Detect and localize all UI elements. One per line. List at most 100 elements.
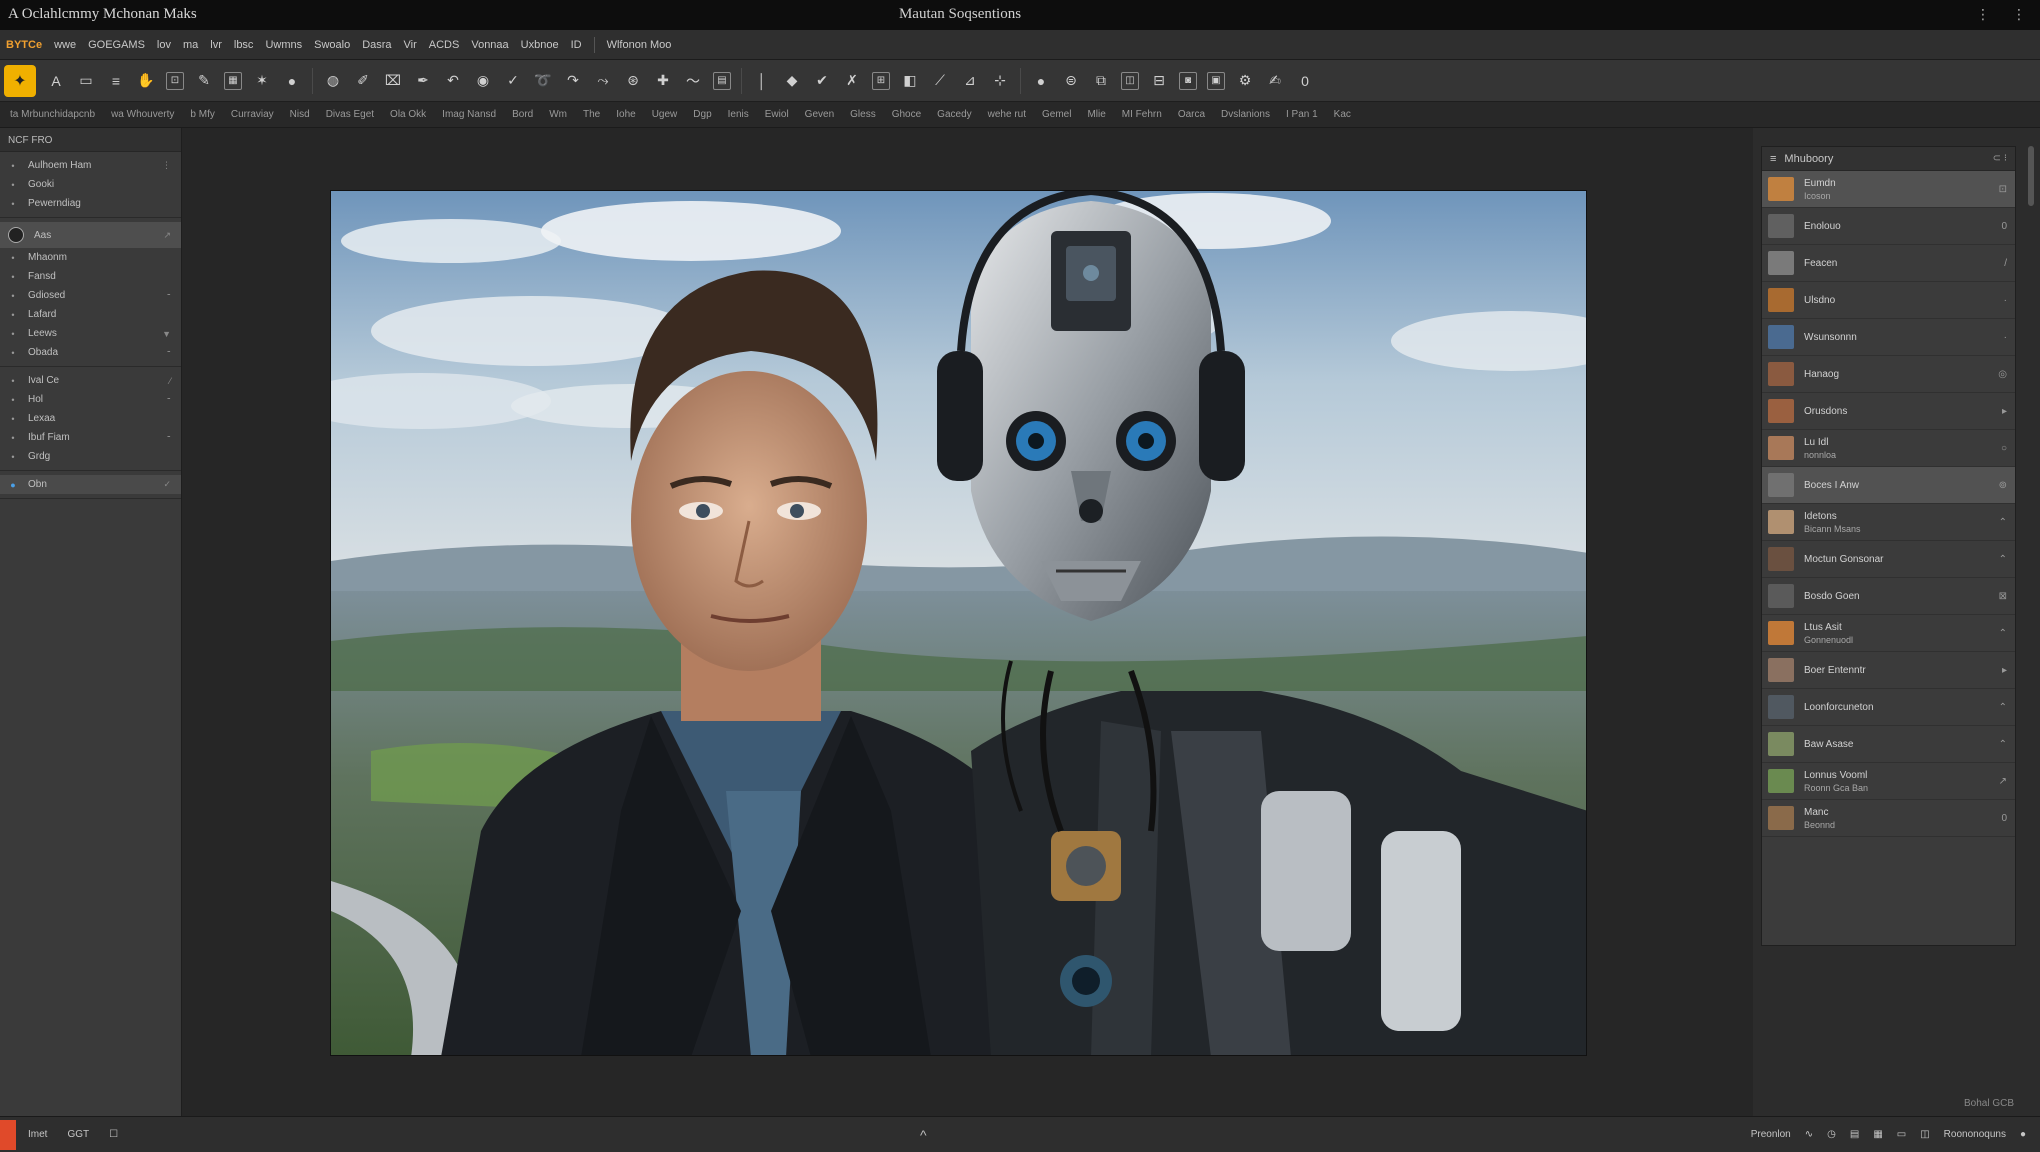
eraser-tool-icon[interactable]: ⌧	[383, 69, 403, 93]
chat-icon[interactable]: ◫	[1920, 1129, 1929, 1140]
layer-action-icon[interactable]: ⌃	[1999, 628, 2007, 639]
canvas-area[interactable]	[183, 128, 1753, 1116]
option-item[interactable]: Bord	[512, 109, 533, 120]
left-panel-row[interactable]: • Pewerndiag	[0, 194, 181, 213]
monitor-icon[interactable]: ▭	[1897, 1129, 1906, 1140]
clock-icon[interactable]: ◷	[1827, 1129, 1836, 1140]
left-panel-row-selected[interactable]: Aas ↗	[0, 222, 181, 248]
menu-item[interactable]: lvr	[210, 39, 222, 51]
selection-tool-icon[interactable]: ✦	[4, 64, 36, 97]
menu-item[interactable]: Uxbnoe	[521, 39, 559, 51]
layer-row[interactable]: Enolouo 0	[1762, 208, 2015, 245]
option-item[interactable]: wa Whouverty	[111, 109, 174, 120]
canvas-image[interactable]	[330, 190, 1587, 1056]
menu-item[interactable]: Vir	[404, 39, 417, 51]
layer-action-icon[interactable]: ·	[2004, 332, 2007, 343]
option-item[interactable]: Curraviay	[231, 109, 274, 120]
left-panel-row[interactable]: • Hol ⁃	[0, 390, 181, 409]
eye-tool-icon[interactable]: ◉	[473, 69, 493, 93]
grid-icon[interactable]: ▦	[1873, 1129, 1882, 1140]
menu-item[interactable]: ACDS	[429, 39, 460, 51]
option-item[interactable]: Dvslanions	[1221, 109, 1270, 120]
option-item[interactable]: Nisd	[290, 109, 310, 120]
window-menu-icon[interactable]: ⋮	[1976, 6, 1990, 23]
scroll-up-icon[interactable]: ^	[920, 1127, 927, 1143]
status-item[interactable]: GGT	[67, 1129, 89, 1140]
layer-row[interactable]: Idetons Bicann Msans ⌃	[1762, 504, 2015, 541]
layer-row[interactable]: Boces I Anw ⊚	[1762, 467, 2015, 504]
option-item[interactable]: Gacedy	[937, 109, 971, 120]
move-tool-icon[interactable]: ≡	[106, 69, 126, 93]
menu-item[interactable]: lbsc	[234, 39, 254, 51]
left-panel-row[interactable]: • Mhaonm	[0, 248, 181, 267]
layer-tool-icon[interactable]: ⧉	[1091, 69, 1111, 93]
layer-row[interactable]: Bosdo Goen ⊠	[1762, 578, 2015, 615]
layer-action-icon[interactable]: ⌃	[1999, 739, 2007, 750]
option-item[interactable]: Iohe	[616, 109, 635, 120]
ruler-tool-icon[interactable]: ⊿	[960, 69, 980, 93]
layer-row[interactable]: Wsunsonnn ·	[1762, 319, 2015, 356]
signature-tool-icon[interactable]: ✍	[1265, 69, 1285, 93]
dodge-tool-icon[interactable]: ◧	[900, 69, 920, 93]
option-item[interactable]: Kac	[1334, 109, 1351, 120]
option-item[interactable]: Gless	[850, 109, 876, 120]
square-icon[interactable]: ☐	[109, 1129, 118, 1140]
menu-item[interactable]: lov	[157, 39, 171, 51]
layer-row[interactable]: Lu Idl nonnloa ○	[1762, 430, 2015, 467]
vector-tool-icon[interactable]: ✔	[812, 69, 832, 93]
left-panel-row[interactable]: • Leews ▼	[0, 324, 181, 343]
line-tool-icon[interactable]: │	[752, 69, 772, 93]
left-panel-row[interactable]: • Grdg	[0, 447, 181, 466]
eyedropper-tool-icon[interactable]: ✎	[194, 69, 214, 93]
menu-item[interactable]: Vonnaa	[471, 39, 508, 51]
left-panel-row[interactable]: • Gdiosed ⁃	[0, 286, 181, 305]
hand-tool-icon[interactable]: ✋	[136, 69, 156, 93]
layer-row[interactable]: Eumdn Icoson ⊡	[1762, 171, 2015, 208]
layer-action-icon[interactable]: ↗	[1999, 776, 2007, 787]
settings-tool-icon[interactable]: ⚙	[1235, 69, 1255, 93]
option-item[interactable]: b Mfy	[190, 109, 214, 120]
menu-item[interactable]: ID	[571, 39, 582, 51]
pen-tool-icon[interactable]: ✒	[413, 69, 433, 93]
path-tool-icon[interactable]: ⤳	[593, 69, 613, 93]
option-item[interactable]: The	[583, 109, 600, 120]
globe-tool-icon[interactable]: ◍	[323, 69, 343, 93]
layer-row[interactable]: Ulsdno ·	[1762, 282, 2015, 319]
adjust-tool-icon[interactable]: ⊜	[1061, 69, 1081, 93]
layer-action-icon[interactable]: 0	[2001, 813, 2007, 824]
status-item[interactable]: Imet	[28, 1129, 47, 1140]
option-item[interactable]: wehe rut	[988, 109, 1026, 120]
menu-item[interactable]: ma	[183, 39, 198, 51]
star-tool-icon[interactable]: ✶	[252, 69, 272, 93]
brush-tool-icon[interactable]: ✐	[353, 69, 373, 93]
left-panel-row[interactable]: • Ival Ce ⁄	[0, 371, 181, 390]
left-panel-row[interactable]: • Aulhoem Ham ⋮	[0, 156, 181, 175]
crop-tool-icon[interactable]: ⊡	[166, 71, 184, 90]
left-panel-row-highlight[interactable]: ● Obn ✓	[0, 475, 181, 494]
layer-row[interactable]: Boer Entenntr ▸	[1762, 652, 2015, 689]
film-tool-icon[interactable]: ▣	[1207, 71, 1225, 90]
menu-item[interactable]: Uwmns	[265, 39, 302, 51]
measure-tool-icon[interactable]: ⊹	[990, 69, 1010, 93]
panel-options-icon[interactable]: ⊂ ⁝	[1993, 153, 2007, 164]
option-item[interactable]: Ghoce	[892, 109, 921, 120]
layer-action-icon[interactable]: ⌃	[1999, 517, 2007, 528]
app-flag-icon[interactable]	[0, 1119, 16, 1150]
option-item[interactable]: Ugew	[652, 109, 678, 120]
menu-item[interactable]: BYTCe	[6, 39, 42, 51]
option-item[interactable]: Ienis	[728, 109, 749, 120]
option-item[interactable]: Divas Eget	[326, 109, 374, 120]
layer-row[interactable]: Moctun Gonsonar ⌃	[1762, 541, 2015, 578]
check-tool-icon[interactable]: ✓	[503, 69, 523, 93]
fill-tool-icon[interactable]: ◆	[782, 69, 802, 93]
scrollbar[interactable]	[2028, 146, 2034, 206]
layer-action-icon[interactable]: ▸	[2002, 406, 2007, 417]
status-item[interactable]: Preonlon	[1751, 1129, 1791, 1140]
option-item[interactable]: ta Mrbunchidapcnb	[10, 109, 95, 120]
heal-tool-icon[interactable]: ✚	[653, 69, 673, 93]
transform-tool-icon[interactable]: ⊞	[872, 71, 890, 90]
layer-row[interactable]: Feacen /	[1762, 245, 2015, 282]
record-icon[interactable]: ●	[2020, 1129, 2026, 1140]
layer-action-icon[interactable]: ⊡	[1999, 184, 2007, 195]
menu-item[interactable]: Swoalo	[314, 39, 350, 51]
